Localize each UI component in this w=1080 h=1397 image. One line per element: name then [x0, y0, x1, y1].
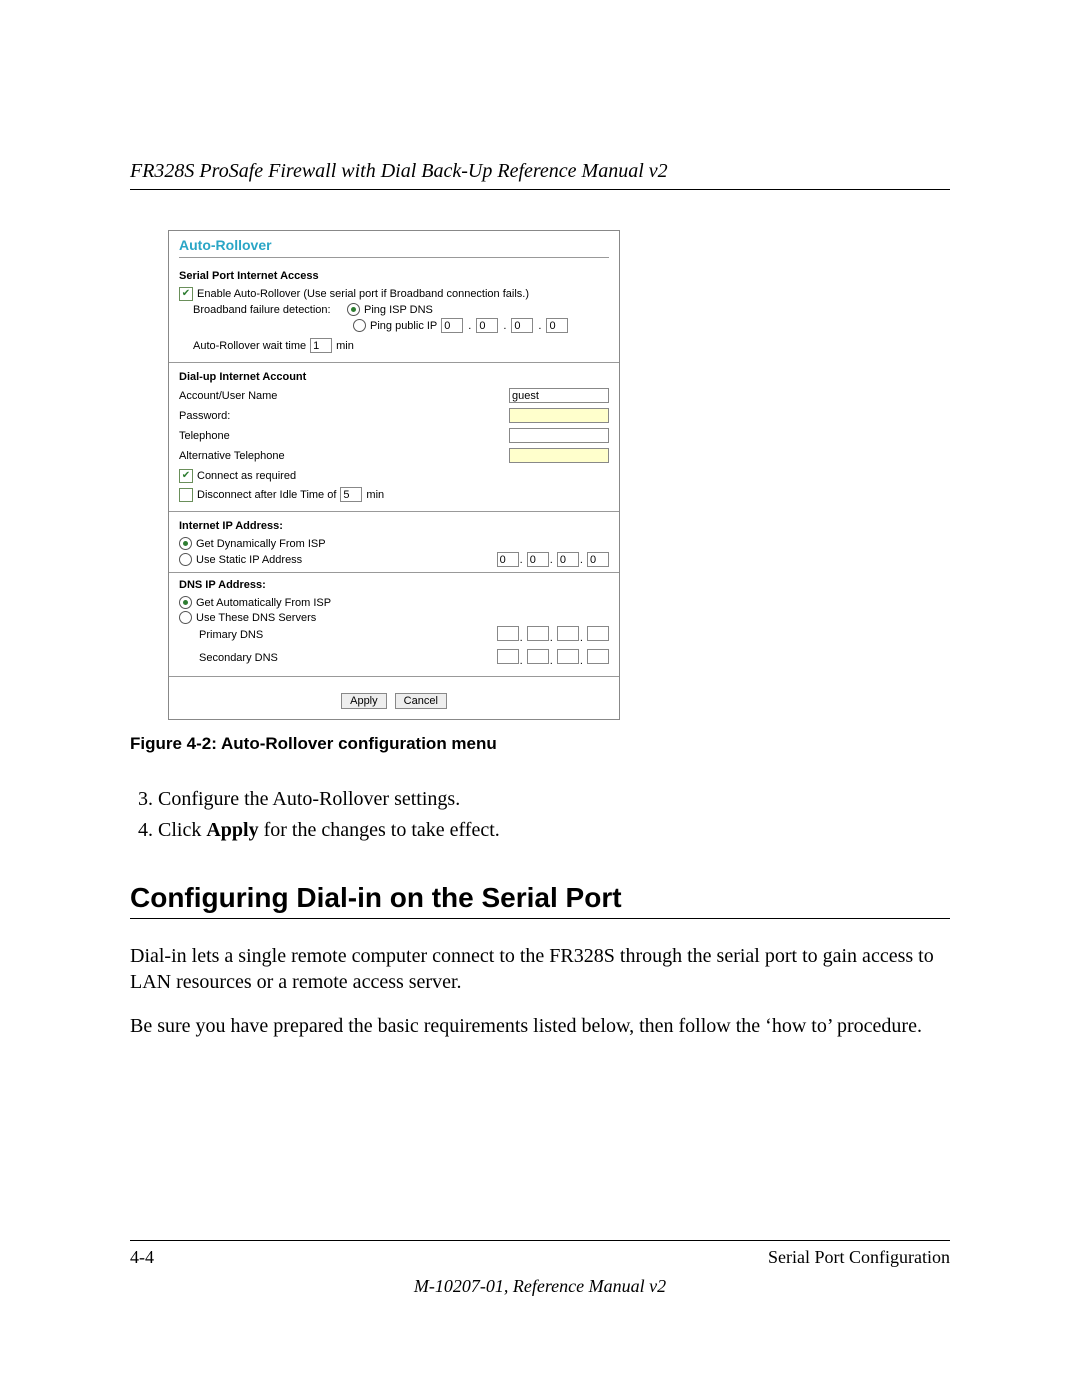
secondary-dns-label: Secondary DNS: [199, 652, 497, 664]
screenshot-panel: Auto-Rollover Serial Port Internet Acces…: [168, 230, 620, 720]
wait-time-row: Auto-Rollover wait time 1 min: [169, 334, 619, 354]
alt-telephone-row: Alternative Telephone: [169, 447, 619, 464]
primary-dns-octet-3[interactable]: [557, 626, 579, 641]
primary-dns-octet-4[interactable]: [587, 626, 609, 641]
secondary-dns-octet-4[interactable]: [587, 649, 609, 664]
get-dynamic-radio[interactable]: [179, 537, 192, 550]
ping-public-label: Ping public IP: [370, 320, 437, 332]
button-bar: Apply Cancel: [169, 685, 619, 719]
internet-ip-heading: Internet IP Address:: [169, 520, 619, 536]
wait-time-unit: min: [336, 340, 354, 352]
disconnect-idle-checkbox[interactable]: [179, 488, 193, 502]
dns-ip-heading: DNS IP Address:: [169, 579, 619, 595]
secondary-dns-octet-1[interactable]: [497, 649, 519, 664]
instruction-list: Configure the Auto-Rollover settings. Cl…: [130, 784, 950, 846]
static-ip-octet-4[interactable]: 0: [587, 552, 609, 567]
use-dns-servers-label: Use These DNS Servers: [196, 612, 316, 624]
use-dns-servers-row: Use These DNS Servers: [169, 610, 619, 625]
ping-isp-radio[interactable]: [347, 303, 360, 316]
account-row: Account/User Name guest: [169, 387, 619, 404]
list-item-4: Click Apply for the changes to take effe…: [158, 815, 950, 846]
primary-dns-octet-1[interactable]: [497, 626, 519, 641]
footer-right: Serial Port Configuration: [768, 1247, 950, 1268]
primary-dns-label: Primary DNS: [199, 629, 497, 641]
disconnect-idle-input[interactable]: 5: [340, 487, 362, 502]
para-1: Dial-in lets a single remote computer co…: [130, 943, 950, 995]
cancel-button[interactable]: Cancel: [395, 693, 447, 709]
wait-time-label: Auto-Rollover wait time: [193, 340, 306, 352]
get-dynamic-row: Get Dynamically From ISP: [169, 536, 619, 551]
connect-required-row: ✔ Connect as required: [169, 468, 619, 484]
account-label: Account/User Name: [179, 390, 509, 402]
password-label: Password:: [179, 410, 509, 422]
use-dns-servers-radio[interactable]: [179, 611, 192, 624]
public-ip-octet-3[interactable]: 0: [511, 318, 533, 333]
list-item-3: Configure the Auto-Rollover settings.: [158, 784, 950, 815]
get-dynamic-label: Get Dynamically From ISP: [196, 538, 326, 550]
telephone-label: Telephone: [179, 430, 509, 442]
use-static-row: Use Static IP Address 0. 0. 0. 0: [169, 551, 619, 568]
primary-dns-octet-2[interactable]: [527, 626, 549, 641]
detection-row: Broadband failure detection: Ping ISP DN…: [169, 302, 619, 317]
secondary-dns-row: Secondary DNS . . .: [169, 648, 619, 668]
connect-required-label: Connect as required: [197, 470, 296, 482]
serial-access-heading: Serial Port Internet Access: [169, 270, 619, 286]
public-ip-octet-1[interactable]: 0: [441, 318, 463, 333]
use-static-radio[interactable]: [179, 553, 192, 566]
use-static-label: Use Static IP Address: [196, 554, 302, 566]
password-row: Password:: [169, 407, 619, 424]
enable-auto-rollover-checkbox[interactable]: ✔: [179, 287, 193, 301]
primary-dns-row: Primary DNS . . .: [169, 625, 619, 645]
secondary-dns-octet-2[interactable]: [527, 649, 549, 664]
running-head: FR328S ProSafe Firewall with Dial Back-U…: [130, 160, 950, 190]
disconnect-idle-row: Disconnect after Idle Time of 5 min: [169, 486, 619, 503]
ping-public-radio[interactable]: [353, 319, 366, 332]
ping-isp-label: Ping ISP DNS: [364, 304, 433, 316]
telephone-input[interactable]: [509, 428, 609, 443]
get-auto-dns-row: Get Automatically From ISP: [169, 595, 619, 610]
figure-caption: Figure 4-2: Auto-Rollover configuration …: [130, 734, 950, 754]
static-ip-octet-2[interactable]: 0: [527, 552, 549, 567]
dialup-heading: Dial-up Internet Account: [169, 371, 619, 387]
telephone-row: Telephone: [169, 427, 619, 444]
alt-telephone-input[interactable]: [509, 448, 609, 463]
static-ip-octet-3[interactable]: 0: [557, 552, 579, 567]
section-heading: Configuring Dial-in on the Serial Port: [130, 882, 950, 914]
get-auto-dns-label: Get Automatically From ISP: [196, 597, 331, 609]
static-ip-octet-1[interactable]: 0: [497, 552, 519, 567]
password-input[interactable]: [509, 408, 609, 423]
apply-button[interactable]: Apply: [341, 693, 387, 709]
footer-doc-id: M-10207-01, Reference Manual v2: [130, 1276, 950, 1297]
alt-telephone-label: Alternative Telephone: [179, 450, 509, 462]
disconnect-idle-label: Disconnect after Idle Time of: [197, 489, 336, 501]
connect-required-checkbox[interactable]: ✔: [179, 469, 193, 483]
detection-label: Broadband failure detection:: [193, 304, 343, 316]
get-auto-dns-radio[interactable]: [179, 596, 192, 609]
wait-time-input[interactable]: 1: [310, 338, 332, 353]
enable-auto-rollover-label: Enable Auto-Rollover (Use serial port if…: [197, 288, 529, 300]
page: FR328S ProSafe Firewall with Dial Back-U…: [0, 0, 1080, 1397]
account-input[interactable]: guest: [509, 388, 609, 403]
secondary-dns-octet-3[interactable]: [557, 649, 579, 664]
public-ip-octet-2[interactable]: 0: [476, 318, 498, 333]
public-ip-octet-4[interactable]: 0: [546, 318, 568, 333]
page-number: 4-4: [130, 1247, 154, 1268]
panel-title: Auto-Rollover: [169, 231, 619, 253]
para-2: Be sure you have prepared the basic requ…: [130, 1013, 950, 1039]
ping-public-row: Ping public IP 0. 0. 0. 0: [169, 317, 619, 334]
enable-auto-rollover-row: ✔ Enable Auto-Rollover (Use serial port …: [169, 286, 619, 302]
disconnect-idle-unit: min: [366, 489, 384, 501]
page-footer: 4-4 Serial Port Configuration M-10207-01…: [130, 1240, 950, 1297]
